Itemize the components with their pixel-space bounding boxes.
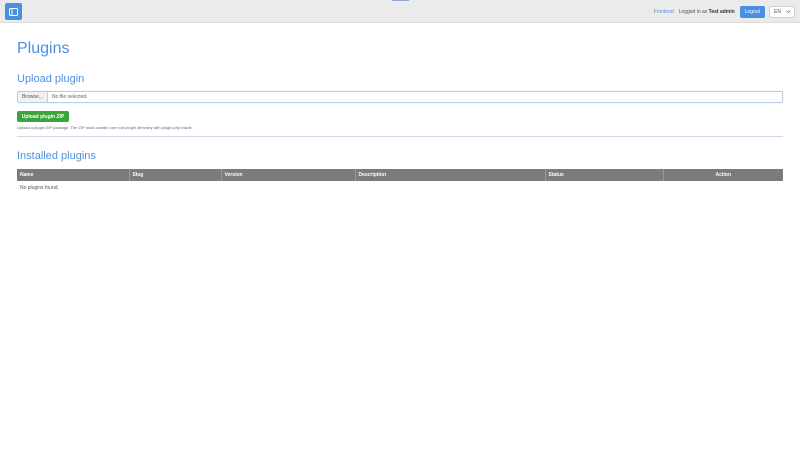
installed-section-title: Installed plugins [17,150,96,162]
table-header-row: Name Slug Version Description Status Act… [17,169,783,181]
file-status: No file selected. [52,94,88,100]
frontend-link[interactable]: Frontend [654,9,674,15]
column-header-description: Description [355,169,546,181]
language-select[interactable]: EN [769,5,795,18]
logout-button[interactable]: Logout [739,5,765,18]
sidebar-icon [9,7,18,16]
column-header-status: Status [545,169,664,181]
top-bar-right: Frontend Logged in as Test admin Logout … [654,4,795,19]
table-row: No plugins found. [17,181,783,195]
upload-plugin-button[interactable]: Upload plugin ZIP [17,111,69,122]
upload-section-title: Upload plugin [17,73,85,85]
column-header-slug: Slug [129,169,222,181]
column-header-action: Action [663,169,783,181]
chevron-down-icon [786,10,791,13]
logged-in-prefix: Logged in as [678,8,708,15]
page-title: Plugins [17,40,70,57]
upload-help-text: Upload a plugin ZIP package. The ZIP mus… [17,125,193,130]
plugins-table: Name Slug Version Description Status Act… [17,169,783,195]
language-value: EN [774,8,781,15]
column-header-name: Name [17,169,130,181]
logged-in-text: Logged in as Test admin [679,9,735,15]
browse-button[interactable]: Browse... [18,92,48,102]
section-divider [17,136,783,137]
column-header-version: Version [221,169,356,181]
top-bar-accent [392,0,409,1]
sidebar-toggle-button[interactable] [5,3,22,20]
user-name: Test admin [708,8,735,15]
top-bar: Frontend Logged in as Test admin Logout … [0,0,800,23]
empty-message: No plugins found. [20,185,59,191]
plugin-file-input[interactable]: Browse... No file selected. [17,91,783,103]
